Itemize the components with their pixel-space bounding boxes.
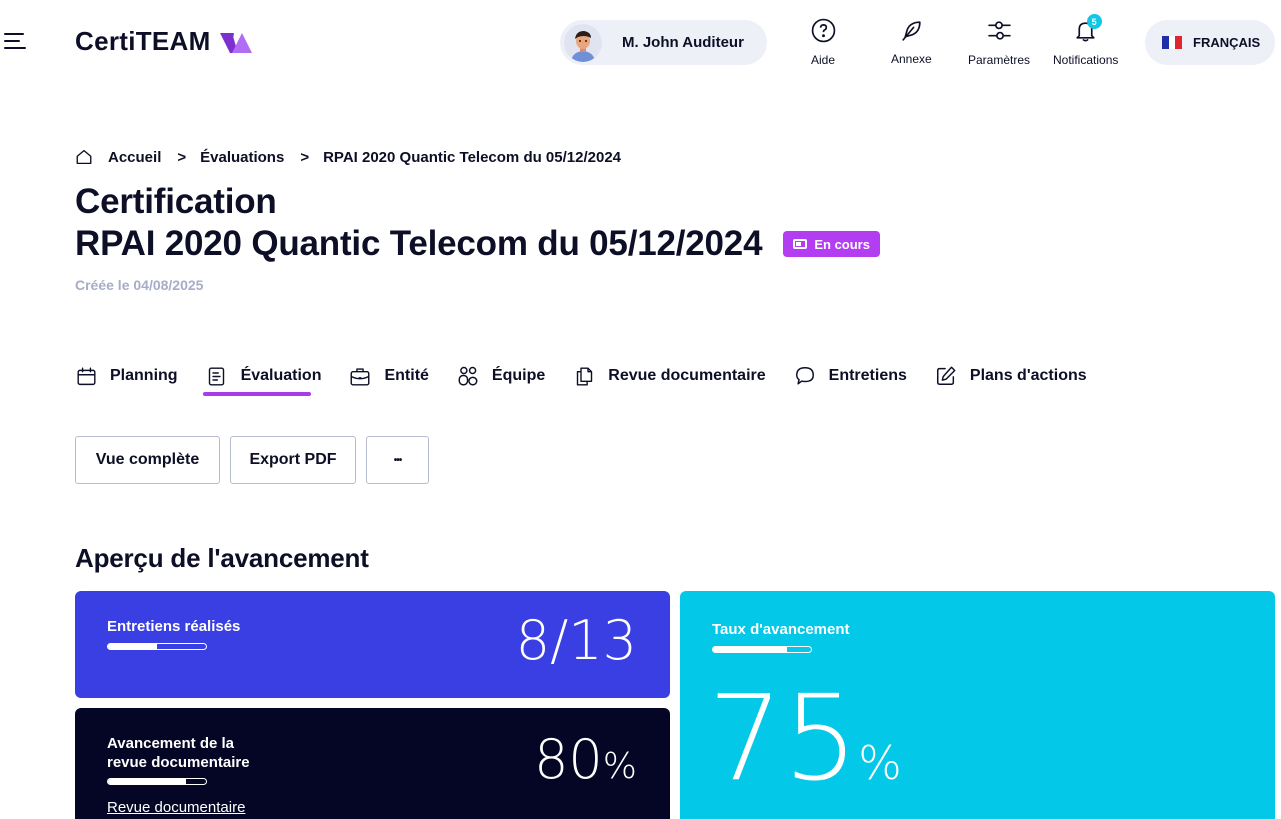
avatar (564, 23, 602, 62)
doc-review-progress-bar (107, 778, 207, 785)
annex-button[interactable]: Annexe (891, 16, 932, 66)
menu-icon-line (4, 40, 20, 42)
sliders-icon (985, 16, 1013, 44)
menu-icon-line (4, 33, 24, 35)
interviews-progress-bar (107, 643, 207, 650)
tab-entretiens[interactable]: Entretiens (794, 364, 907, 388)
tab-planning[interactable]: Planning (75, 364, 178, 388)
interviews-label: Entretiens réalisés (107, 618, 241, 635)
export-pdf-button[interactable]: Export PDF (230, 436, 356, 484)
tab-label: Planning (110, 367, 178, 384)
breadcrumb-home-link[interactable]: Accueil (108, 149, 161, 166)
logo-mark-icon (219, 32, 252, 53)
tab-label: Évaluation (240, 367, 322, 384)
doc-review-label-line2: revue documentaire (107, 754, 250, 771)
user-profile-button[interactable]: M. John Auditeur (560, 20, 767, 65)
tab-evaluation[interactable]: Évaluation (206, 364, 322, 388)
app-logo[interactable]: CertiTEAM (75, 26, 252, 57)
chat-bubble-icon (794, 365, 816, 387)
doc-review-unit: % (602, 746, 637, 787)
notifications-button[interactable]: 5 Notifications (1053, 14, 1119, 67)
menu-toggle-button[interactable] (4, 31, 28, 51)
active-tab-indicator (203, 392, 311, 396)
tab-label: Équipe (491, 367, 546, 384)
interviews-card: Entretiens réalisés 8/13 (75, 591, 670, 698)
tab-bar: Planning Évaluation Entité Équipe Revue … (75, 364, 1115, 388)
progress-fill (713, 647, 787, 652)
tab-label: Plans d'actions (969, 367, 1087, 384)
logo-text: CertiTEAM (75, 26, 211, 56)
breadcrumb-evaluations-link[interactable]: Évaluations (200, 149, 284, 166)
overview-title: Aperçu de l'avancement (75, 543, 369, 573)
page-title-line1: Certification (75, 182, 277, 221)
settings-button[interactable]: Paramètres (968, 16, 1030, 67)
language-label: FRANÇAIS (1193, 35, 1261, 50)
progress-rate-card: Taux d'avancement 75% (680, 591, 1275, 819)
page-title-line2: RPAI 2020 Quantic Telecom du 05/12/2024 … (75, 224, 880, 264)
language-selector[interactable]: FRANÇAIS (1145, 20, 1275, 65)
annex-label: Annexe (891, 52, 932, 66)
tab-equipe[interactable]: Équipe (457, 364, 545, 388)
breadcrumb: Accueil > Évaluations > RPAI 2020 Quanti… (75, 148, 621, 166)
doc-review-link[interactable]: Revue documentaire (107, 799, 245, 816)
bell-icon: 5 (1072, 14, 1102, 44)
creation-date: Créée le 04/08/2025 (75, 277, 204, 293)
tab-plans-actions[interactable]: Plans d'actions (935, 364, 1087, 388)
doc-review-card: Avancement de la revue documentaire 80% … (75, 708, 670, 819)
status-label: En cours (814, 236, 870, 252)
briefcase-icon (349, 365, 371, 387)
more-options-button[interactable]: ••• (366, 436, 429, 484)
page-title-text: RPAI 2020 Quantic Telecom du 05/12/2024 (75, 224, 763, 263)
doc-review-label-line1: Avancement de la (107, 735, 234, 752)
full-view-button[interactable]: Vue complète (75, 436, 220, 484)
progress-rate-label: Taux d'avancement (712, 621, 850, 638)
tab-revue-documentaire[interactable]: Revue documentaire (573, 364, 766, 388)
notification-count-badge: 5 (1086, 14, 1102, 29)
notifications-label: Notifications (1053, 53, 1119, 67)
france-flag-icon (1162, 36, 1183, 49)
help-label: Aide (810, 53, 836, 67)
tab-label: Entretiens (828, 367, 907, 384)
progress-rate-unit: % (858, 736, 902, 790)
breadcrumb-separator: > (177, 148, 187, 166)
progress-rate-number: 75 (708, 669, 859, 807)
breadcrumb-separator: > (300, 148, 310, 166)
copy-icon (573, 365, 595, 387)
menu-icon-line (4, 47, 26, 49)
status-badge: En cours (783, 231, 880, 257)
doc-review-value: 80% (534, 733, 637, 787)
tab-label: Entité (384, 367, 429, 384)
help-icon (809, 16, 837, 44)
home-icon[interactable] (75, 148, 93, 166)
progress-fill (108, 779, 187, 784)
progress-rate-bar (712, 646, 812, 653)
doc-review-number: 80 (534, 728, 603, 791)
team-icon (457, 365, 479, 387)
settings-label: Paramètres (968, 53, 1031, 67)
progress-fill (108, 644, 157, 649)
help-button[interactable]: Aide (809, 16, 837, 67)
document-icon (206, 365, 228, 387)
calendar-icon (75, 365, 97, 387)
tab-label: Revue documentaire (608, 367, 766, 384)
user-name: M. John Auditeur (622, 34, 744, 51)
edit-icon (935, 365, 957, 387)
feather-icon (897, 16, 925, 44)
breadcrumb-current: RPAI 2020 Quantic Telecom du 05/12/2024 (323, 148, 622, 166)
battery-icon (793, 239, 808, 249)
interviews-value: 8/13 (515, 609, 637, 672)
action-bar: Vue complète Export PDF ••• (75, 436, 439, 484)
progress-rate-value: 75% (708, 679, 902, 797)
tab-entite[interactable]: Entité (349, 364, 429, 388)
doc-review-label: Avancement de la revue documentaire (107, 734, 250, 772)
